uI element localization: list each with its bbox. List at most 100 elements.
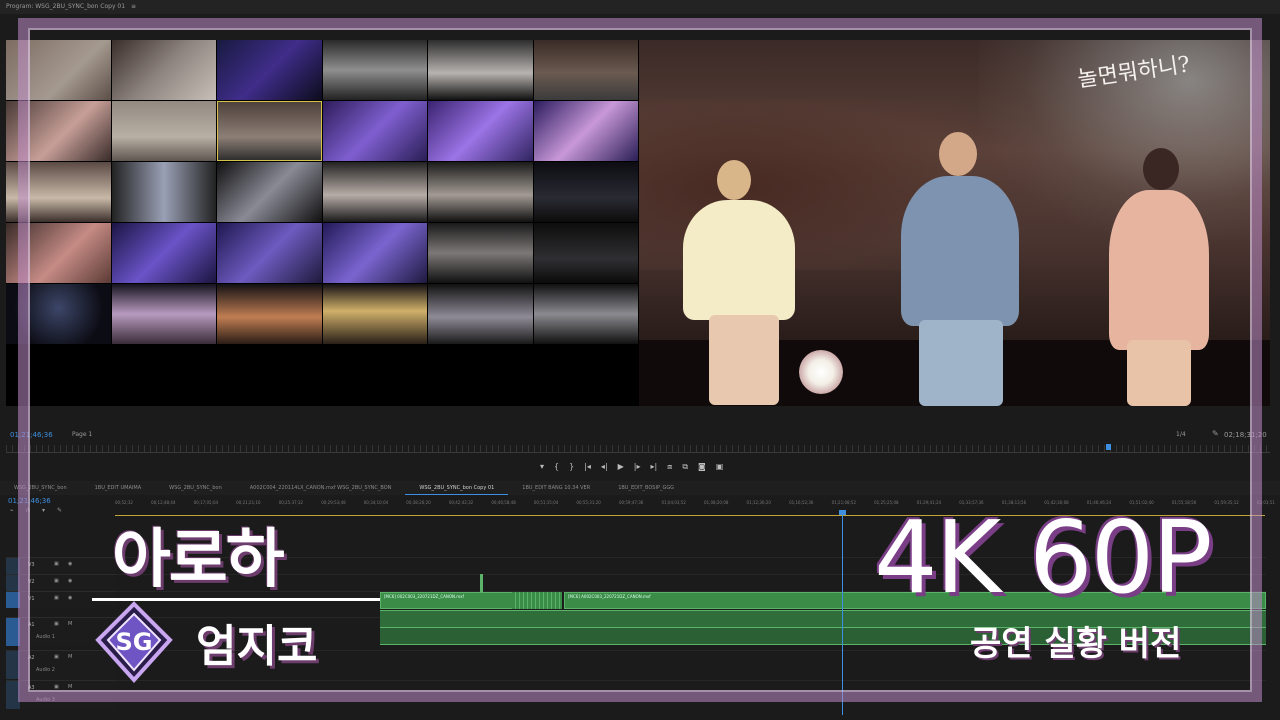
settings-icon[interactable]: ✎ — [57, 507, 62, 514]
sync-lock-icon[interactable]: ▣ — [54, 654, 59, 660]
sequence-tab-5[interactable]: 1BU_EDIT BANG 10.34 VER — [508, 481, 604, 495]
performer-center-head — [939, 132, 977, 176]
track-target-toggle[interactable] — [6, 681, 20, 709]
mark-out-icon[interactable]: } — [569, 462, 574, 472]
export-frame-icon[interactable]: ◙ — [698, 462, 706, 472]
track-target-toggle[interactable] — [6, 558, 20, 574]
transport-controls: ▾ { } |◂ ◂| ▶ |▸ ▸| ⧈ ⧉ ◙ ▣ — [540, 462, 723, 472]
sequence-tab-2[interactable]: WSG_2BU_SYNC_bon — [155, 481, 236, 495]
track-target-toggle[interactable] — [6, 651, 20, 679]
snap-icon[interactable]: ⌁ — [10, 507, 14, 514]
camera-angle-3[interactable] — [217, 40, 322, 100]
mute-icon[interactable]: M — [68, 621, 72, 627]
step-back-icon[interactable]: ◂| — [601, 462, 608, 472]
sequence-tab-3[interactable]: A002C004_220114LX_CANON.mxf WSG_2BU_SYNC… — [236, 481, 406, 495]
camera-angle-22[interactable] — [322, 223, 427, 283]
track-name: A1 — [28, 622, 35, 628]
insert-icon[interactable]: ⧈ — [667, 462, 672, 472]
track-row-a3[interactable] — [116, 680, 1266, 697]
camera-angle-11[interactable] — [428, 101, 533, 161]
mute-icon[interactable]: M — [68, 684, 72, 690]
timeline-timecode[interactable]: 01;21;46;36 — [8, 497, 51, 505]
camera-angle-27[interactable] — [217, 284, 322, 344]
camera-angle-19[interactable] — [6, 223, 111, 283]
sync-lock-icon[interactable]: ▣ — [54, 684, 59, 690]
wrench-icon[interactable]: ✎ — [1212, 429, 1219, 438]
monitor-playhead-marker[interactable] — [1106, 444, 1111, 450]
camera-angle-8[interactable] — [111, 101, 216, 161]
camera-angle-7[interactable] — [6, 101, 111, 161]
monitor-scrub-bar[interactable] — [6, 452, 1270, 453]
go-to-out-icon[interactable]: ▸| — [651, 462, 658, 472]
monitor-timecode[interactable]: 01;21;46;36 — [10, 431, 53, 439]
camera-angle-13[interactable] — [6, 162, 111, 222]
camera-angle-20[interactable] — [111, 223, 216, 283]
camera-angle-15[interactable] — [217, 162, 322, 222]
marker-add-icon[interactable]: ▾ — [42, 507, 45, 514]
track-target-toggle[interactable] — [6, 618, 20, 646]
camera-angle-23[interactable] — [428, 223, 533, 283]
performer-left — [683, 200, 795, 320]
eye-icon[interactable]: ◉ — [68, 595, 72, 601]
track-header-v3[interactable]: V3 ◉ ▣ — [6, 557, 116, 574]
mute-icon[interactable]: M — [68, 654, 72, 660]
page-dropdown[interactable]: Page 1 — [72, 431, 92, 438]
linked-icon[interactable]: ∩ — [26, 507, 30, 514]
hamburger-icon[interactable]: ≡ — [131, 3, 136, 10]
sequence-tab-4[interactable]: WSG_2BU_SYNC_bon Copy 01 — [405, 481, 509, 495]
camera-angle-16[interactable] — [322, 162, 427, 222]
camera-angle-28[interactable] — [322, 284, 427, 344]
go-to-in-icon[interactable]: |◂ — [584, 462, 591, 472]
sync-lock-icon[interactable]: ▣ — [54, 595, 59, 601]
sequence-tab-1[interactable]: 1BU_EDIT UMAIMA — [81, 481, 156, 495]
mark-in-icon[interactable]: { — [554, 462, 559, 472]
camera-angle-10[interactable] — [322, 101, 427, 161]
camera-angle-17[interactable] — [428, 162, 533, 222]
marker-icon[interactable]: ▾ — [540, 462, 544, 472]
performer-center — [901, 176, 1019, 326]
clip-cut-cluster[interactable] — [480, 574, 483, 592]
overwrite-icon[interactable]: ⧉ — [682, 462, 688, 472]
timeline-playhead[interactable] — [842, 510, 843, 715]
program-monitor-title[interactable]: Program: WSG_2BU_SYNC_bon Copy 01 — [6, 3, 125, 10]
camera-angle-21[interactable] — [217, 223, 322, 283]
camera-angle-4[interactable] — [322, 40, 427, 100]
timeline-playhead-handle[interactable] — [839, 510, 846, 515]
track-header-a3[interactable]: A3 Audio 3 M ▣ — [6, 680, 116, 709]
sync-lock-icon[interactable]: ▣ — [54, 621, 59, 627]
camera-angle-14[interactable] — [111, 162, 216, 222]
sequence-tab-6[interactable]: 1BU_EDIT_BOSIP_GGG — [604, 481, 688, 495]
eye-icon[interactable]: ◉ — [68, 561, 72, 567]
clip-cut-segments[interactable] — [512, 592, 562, 609]
camera-angle-29[interactable] — [428, 284, 533, 344]
ruler-tick-label: 00;42;42;32 — [448, 500, 474, 505]
zoom-dropdown[interactable]: 1/4 — [1176, 431, 1186, 438]
multicam-grid — [6, 40, 638, 344]
camera-angle-12[interactable] — [533, 101, 638, 161]
step-forward-icon[interactable]: |▸ — [634, 462, 641, 472]
track-header-v2[interactable]: V2 ◉ ▣ — [6, 574, 116, 591]
camera-angle-25[interactable] — [6, 284, 111, 344]
ruler-tick-label: 00;29;53;48 — [321, 500, 346, 505]
camera-angle-18[interactable] — [533, 162, 638, 222]
camera-angle-24[interactable] — [533, 223, 638, 283]
group-logo-icon: SG — [95, 601, 173, 683]
compare-icon[interactable]: ▣ — [716, 462, 724, 472]
play-icon[interactable]: ▶ — [618, 462, 624, 472]
timeline-tools: ⌁ ∩ ▾ ✎ — [10, 507, 62, 514]
camera-angle-30[interactable] — [533, 284, 638, 344]
sync-lock-icon[interactable]: ▣ — [54, 561, 59, 567]
camera-angle-1[interactable] — [6, 40, 111, 100]
eye-icon[interactable]: ◉ — [68, 578, 72, 584]
camera-angle-6[interactable] — [533, 40, 638, 100]
sequence-tab-0[interactable]: WSG_2BU_SYNC_bon — [0, 481, 81, 495]
camera-angle-2[interactable] — [111, 40, 216, 100]
camera-angle-9-selected[interactable] — [217, 101, 322, 161]
camera-angle-5[interactable] — [428, 40, 533, 100]
track-target-toggle[interactable] — [6, 575, 20, 591]
sync-lock-icon[interactable]: ▣ — [54, 578, 59, 584]
track-target-toggle[interactable] — [6, 592, 20, 608]
performer-center-legs — [919, 320, 1003, 406]
camera-angle-26[interactable] — [111, 284, 216, 344]
version-label: 공연 실황 버전 — [970, 624, 1182, 664]
